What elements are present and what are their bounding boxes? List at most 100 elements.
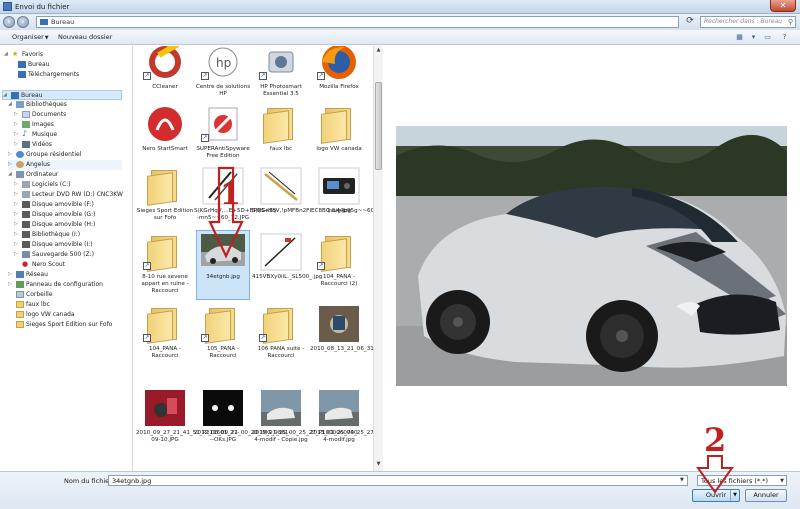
expand-icon: ▷ <box>14 231 18 237</box>
nav-drive-i[interactable]: ▷ Disque amovible (I:) <box>14 240 122 250</box>
file-name: 415VBXy0iiL._SL500_.jpg <box>252 274 323 280</box>
view-options-icon[interactable]: ▦ <box>734 32 745 42</box>
organize-label: Organiser <box>12 33 44 41</box>
file-name: S(KGrHqV,!pMFBn2FIEC8BQsL44b95g~~60_12.J… <box>252 208 374 214</box>
shortcut-arrow-icon: ↗ <box>201 72 209 80</box>
nav-label: Vidéos <box>32 141 52 148</box>
scrollbar-thumb[interactable] <box>375 82 382 170</box>
nav-nero-scout[interactable]: ● Nero Scout <box>14 260 122 270</box>
file-name: 106 PANA suite - Raccourci <box>257 346 305 359</box>
expand-icon: ▷ <box>8 151 12 157</box>
nav-libraries[interactable]: ◢ Bibliothèques <box>8 100 122 110</box>
nav-control-panel[interactable]: ▷ Panneau de configuration <box>8 280 122 290</box>
nav-network[interactable]: ▷ Réseau <box>8 270 122 280</box>
scroll-down-icon[interactable]: ▼ <box>375 461 382 469</box>
file-name: 2013_01_25_00_25_27_P1000060740 4-modif.… <box>310 430 374 443</box>
nav-desktop[interactable]: ◢ Bureau <box>2 90 122 100</box>
shortcut-arrow-icon: ↗ <box>201 134 209 142</box>
collapse-icon: ◢ <box>3 92 7 98</box>
preview-pane-icon[interactable]: ▭ <box>762 32 773 42</box>
nav-drive-h[interactable]: ▷ Disque amovible (H:) <box>14 220 122 230</box>
file-tile[interactable]: S(KGrHqV,!pMFBn2FIEC8BQsL44b95g~~60_12.J… <box>252 166 374 238</box>
file-list-scrollbar[interactable]: ▲ ▼ <box>373 46 383 471</box>
nav-drive-f[interactable]: ▷ Disque amovible (F:) <box>14 200 122 210</box>
folder-icon <box>16 301 24 308</box>
shortcut-arrow-icon: ↗ <box>259 334 267 342</box>
file-name: 8-10 rue sevene appart en ruine - Raccou… <box>141 274 189 294</box>
filename-input[interactable]: 34etgnb.jpg <box>108 475 688 486</box>
network-drive-icon <box>22 251 30 258</box>
documents-icon <box>22 111 30 118</box>
organize-button[interactable]: Organiser▼ <box>12 33 49 41</box>
nav-drive-z[interactable]: ▷ Sauvegarde 500 (Z:) <box>14 250 122 260</box>
cancel-button[interactable]: Annuler <box>745 489 787 502</box>
nav-label: Bureau <box>21 92 43 99</box>
nav-label: Lecteur DVD RW (D:) CNC3KW <box>32 191 123 198</box>
back-button[interactable]: ‹ <box>3 16 15 28</box>
folder-icon <box>16 321 24 328</box>
recycle-bin-icon <box>16 291 24 298</box>
filename-dropdown-icon[interactable]: ▼ <box>680 477 684 483</box>
search-icon[interactable]: ⚲ <box>788 18 793 26</box>
annotation-number-2: 2 <box>704 421 727 459</box>
nav-drive-c[interactable]: ▷ Logiciels (C:) <box>14 180 122 190</box>
nav-homegroup[interactable]: ▷ Groupe résidentiel <box>8 150 122 160</box>
new-folder-button[interactable]: Nouveau dossier <box>58 33 112 41</box>
file-tile[interactable]: 2010_09_27_21_41_51_P211601_27-09-10.JPG <box>136 388 239 460</box>
address-field[interactable]: Bureau <box>36 16 679 28</box>
collapse-icon: ◢ <box>4 51 8 57</box>
file-tile[interactable]: 415VBXy0iiL._SL500_.jpg <box>252 232 323 304</box>
nav-label: Téléchargements <box>28 71 80 78</box>
nav-recycle-bin[interactable]: Corbeille <box>8 290 122 300</box>
refresh-icon[interactable]: ⟳ <box>683 16 697 28</box>
shortcut-arrow-icon: ↗ <box>201 334 209 342</box>
nav-favorites[interactable]: ◢ ★ Favoris <box>4 50 122 60</box>
nav-music[interactable]: ▷ ♪ Musique <box>14 129 122 140</box>
file-name: HP Photosmart Essential 3.5 <box>260 84 302 97</box>
view-caret-icon[interactable]: ▾ <box>748 32 759 42</box>
forward-button[interactable]: › <box>17 16 29 28</box>
folder-icon <box>321 108 355 144</box>
search-input[interactable]: Rechercher dans : Bureau ⚲ <box>700 16 796 28</box>
file-tile[interactable]: 1.big.jpg <box>310 166 368 238</box>
file-tile[interactable]: ↗ 104_PANA - Raccourci (2) <box>310 232 368 304</box>
close-button[interactable]: ✕ <box>770 0 796 12</box>
help-icon[interactable]: ? <box>779 32 790 42</box>
nav-desktop-fav[interactable]: Bureau <box>4 60 122 70</box>
file-tile[interactable]: ↗ 105_PANA - Raccourci <box>194 304 252 376</box>
libraries-icon <box>16 101 24 108</box>
chevron-down-icon: ▼ <box>780 478 784 484</box>
nav-videos[interactable]: ▷ Vidéos <box>14 140 122 150</box>
file-list[interactable]: ↗ CCleaner hp ↗ Centre de solutions HP ↗… <box>134 46 374 471</box>
file-tile[interactable]: 2010_08_13_21_06_31_pommeaux3.JPG <box>310 304 374 376</box>
nav-documents[interactable]: ▷ Documents <box>14 110 122 120</box>
scroll-up-icon[interactable]: ▲ <box>375 47 382 55</box>
homegroup-icon <box>16 151 24 158</box>
nav-label: faux lbc <box>26 301 50 308</box>
expand-icon: ▷ <box>8 281 12 287</box>
file-tile[interactable]: ↗ 106 PANA suite - Raccourci <box>252 304 310 376</box>
file-tile[interactable]: 2012_06_09_21_00_20_IMG_9861---OKs.JPG <box>194 388 290 460</box>
shortcut-arrow-icon: ↗ <box>143 72 151 80</box>
nav-downloads[interactable]: Téléchargements <box>4 70 122 80</box>
nav-computer[interactable]: ◢ Ordinateur <box>8 170 122 180</box>
file-tile[interactable]: 2013_01_25_00_25_27_P1000060740 4-modif.… <box>310 388 374 460</box>
expand-icon: ▷ <box>8 271 12 277</box>
expand-icon: ▷ <box>8 161 12 167</box>
nav-label: Angelus <box>26 161 51 168</box>
nav-sieges[interactable]: Sieges Sport Edition sur Fofo <box>8 320 122 330</box>
annotation-arrow-down-icon <box>696 455 734 494</box>
nav-images[interactable]: ▷ Images <box>14 120 122 130</box>
nav-faux-lbc[interactable]: faux lbc <box>8 300 122 310</box>
nav-drive-i-lib[interactable]: ▷ Bibliothèque (I:) <box>14 230 122 240</box>
nav-drive-g[interactable]: ▷ Disque amovible (G:) <box>14 210 122 220</box>
svg-text:hp: hp <box>216 56 231 70</box>
file-tile[interactable]: ↗ 8-10 rue sevene appart en ruine - Racc… <box>136 232 194 304</box>
nav-drive-d[interactable]: ▷ Lecteur DVD RW (D:) CNC3KW <box>14 190 123 200</box>
nav-logo-vw[interactable]: logo VW canada <box>8 310 122 320</box>
nav-angelus[interactable]: ▷ Angelus <box>8 160 122 170</box>
file-tile[interactable]: 2013_01_25_00_25_27_P1000060740 4-modif … <box>252 388 358 460</box>
nav-label: Réseau <box>26 271 48 278</box>
file-tile[interactable]: ↗ 104_PANA - Raccourci <box>136 304 194 376</box>
file-tile[interactable]: Sieges Sport Edition sur Fofo <box>136 166 194 238</box>
